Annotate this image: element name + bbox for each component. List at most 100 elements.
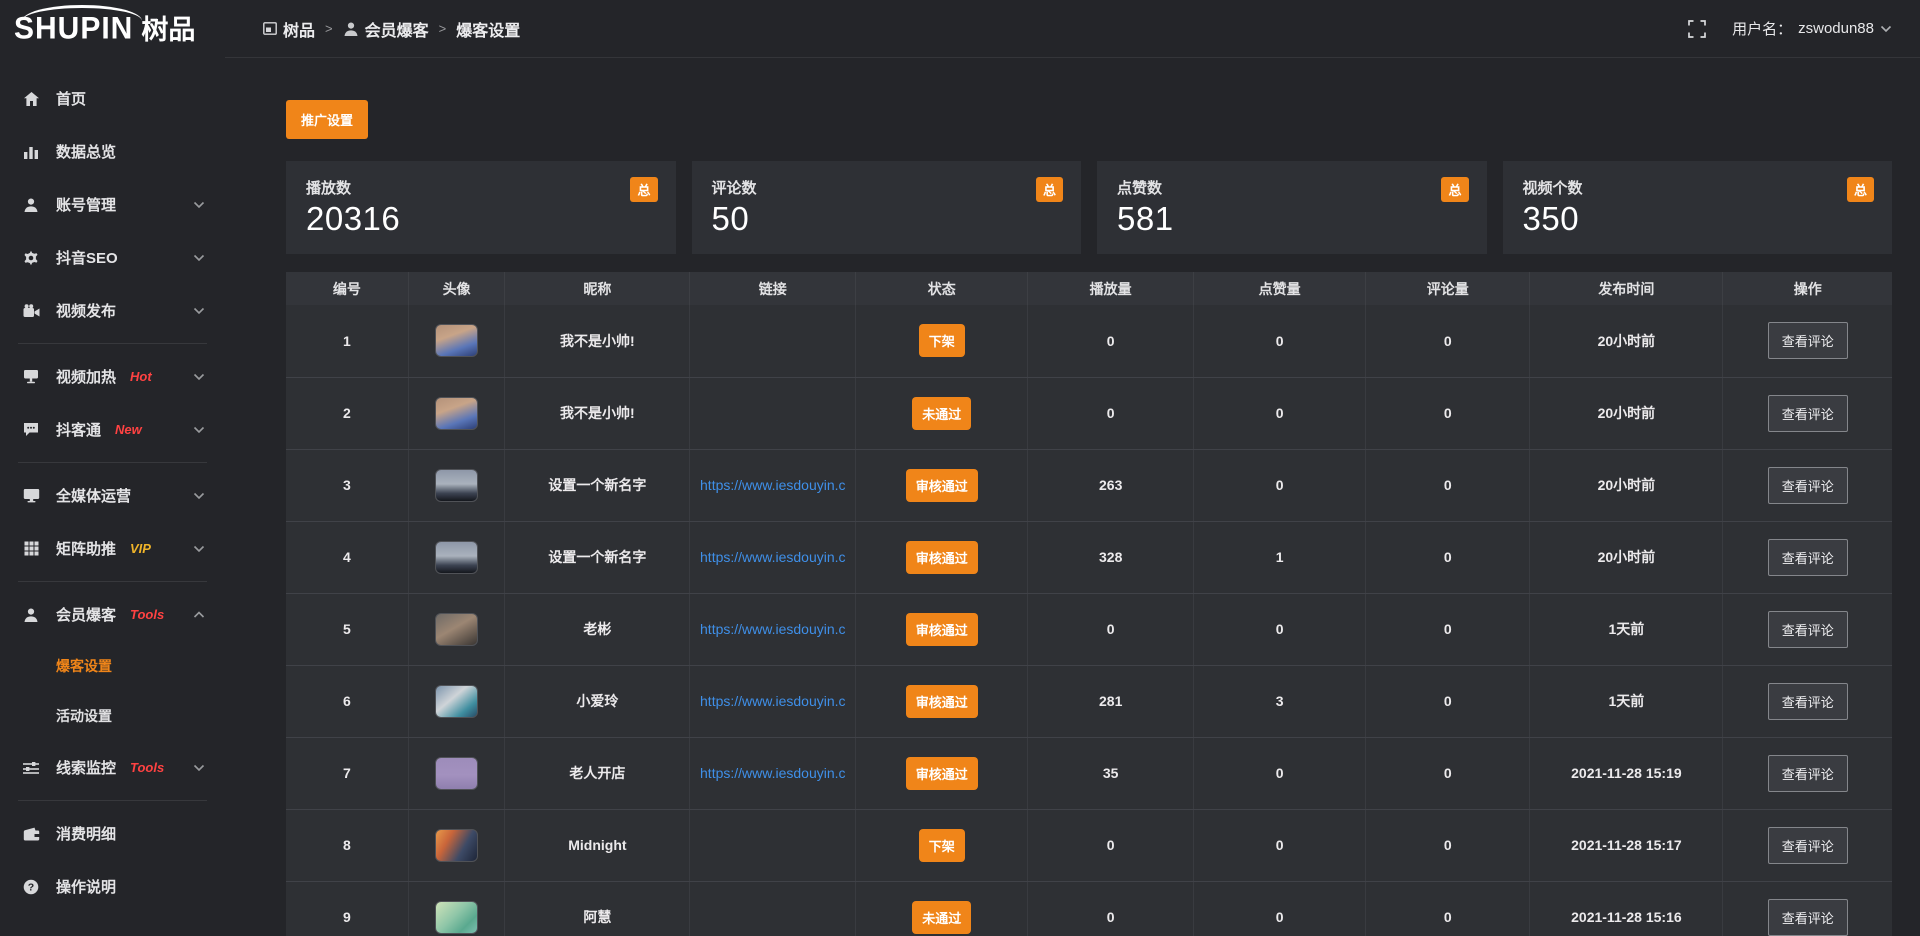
logo-area: SHUPIN 树品	[0, 0, 225, 58]
sidebar-item-label: 线索监控	[56, 757, 116, 778]
sidebar-item-tag: Tools	[130, 760, 164, 775]
view-comments-button[interactable]: 查看评论	[1768, 322, 1848, 359]
sidebar-subitem-爆客设置[interactable]: 爆客设置	[0, 641, 225, 691]
view-comments-button[interactable]: 查看评论	[1768, 539, 1848, 576]
cell-status: 未通过	[856, 377, 1028, 449]
stat-label: 点赞数	[1117, 177, 1467, 198]
cell-likes: 0	[1194, 881, 1366, 936]
cell-avatar	[408, 737, 505, 809]
cell-nickname: 设置一个新名字	[505, 521, 690, 593]
cell-nickname: 阿慧	[505, 881, 690, 936]
sidebar-item-抖客通[interactable]: 抖客通New	[0, 403, 225, 456]
cell-link[interactable]: https://www.iesdouyin.c	[690, 521, 856, 593]
view-comments-button[interactable]: 查看评论	[1768, 611, 1848, 648]
chevron-down-icon	[193, 373, 205, 381]
cell-status: 审核通过	[856, 593, 1028, 665]
cell-likes: 0	[1194, 377, 1366, 449]
table-row: 9阿慧未通过0002021-11-28 15:16查看评论	[286, 881, 1892, 936]
gear-icon	[22, 250, 40, 266]
chevron-down-icon	[193, 254, 205, 262]
view-comments-button[interactable]: 查看评论	[1768, 899, 1848, 936]
sidebar-item-线索监控[interactable]: 线索监控 Tools	[0, 741, 225, 794]
top-bar-main: 树品>会员爆客>爆客设置 用户名： zswodun88	[225, 0, 1920, 58]
sidebar-item-label: 抖客通	[56, 419, 101, 440]
cell-avatar	[408, 809, 505, 881]
cell-plays: 328	[1028, 521, 1194, 593]
chevron-down-icon	[193, 764, 205, 772]
top-bar: SHUPIN 树品 树品>会员爆客>爆客设置 用户名： zswodun88	[0, 0, 1920, 58]
view-comments-button[interactable]: 查看评论	[1768, 827, 1848, 864]
cell-comments: 0	[1366, 737, 1530, 809]
breadcrumb-item[interactable]: 爆客设置	[456, 17, 520, 41]
view-comments-button[interactable]: 查看评论	[1768, 395, 1848, 432]
sidebar-item-账号管理[interactable]: 账号管理	[0, 178, 225, 231]
cell-publish-time: 2021-11-28 15:16	[1530, 881, 1723, 936]
sidebar-item-数据总览[interactable]: 数据总览	[0, 125, 225, 178]
cell-nickname: 小爱玲	[505, 665, 690, 737]
cell-link[interactable]: https://www.iesdouyin.c	[690, 449, 856, 521]
status-badge: 审核通过	[906, 541, 978, 574]
cell-publish-time: 20小时前	[1530, 521, 1723, 593]
column-header-昵称: 昵称	[505, 272, 690, 305]
status-badge: 审核通过	[906, 469, 978, 502]
sidebar-item-操作说明[interactable]: ?操作说明	[0, 860, 225, 913]
cell-publish-time: 1天前	[1530, 665, 1723, 737]
cell-comments: 0	[1366, 593, 1530, 665]
main-content: 推广设置 播放数20316总评论数50总点赞数581总视频个数350总 编号头像…	[225, 58, 1920, 936]
sidebar-item-视频发布[interactable]: 视频发布	[0, 284, 225, 337]
user-icon	[343, 21, 359, 37]
cell-link[interactable]: https://www.iesdouyin.c	[690, 665, 856, 737]
sidebar-item-抖音SEO[interactable]: 抖音SEO	[0, 231, 225, 284]
cell-comments: 0	[1366, 881, 1530, 936]
column-header-评论量: 评论量	[1366, 272, 1530, 305]
cell-comments: 0	[1366, 521, 1530, 593]
table-header-row: 编号头像昵称链接状态播放量点赞量评论量发布时间操作	[286, 272, 1892, 305]
view-comments-button[interactable]: 查看评论	[1768, 683, 1848, 720]
promo-settings-button[interactable]: 推广设置	[286, 100, 368, 139]
caret-down-icon	[1880, 25, 1892, 33]
cell-status: 下架	[856, 809, 1028, 881]
sidebar-item-首页[interactable]: 首页	[0, 72, 225, 125]
sidebar-item-会员爆客[interactable]: 会员爆客Tools	[0, 588, 225, 641]
sidebar-item-矩阵助推[interactable]: 矩阵助推VIP	[0, 522, 225, 575]
breadcrumb-item[interactable]: 树品	[263, 17, 315, 41]
column-header-链接: 链接	[690, 272, 856, 305]
chevron-down-icon	[193, 492, 205, 500]
view-comments-button[interactable]: 查看评论	[1768, 755, 1848, 792]
user-menu[interactable]: 用户名： zswodun88	[1732, 18, 1892, 39]
stat-total-badge: 总	[1441, 177, 1468, 202]
cell-publish-time: 20小时前	[1530, 377, 1723, 449]
stat-card: 视频个数350总	[1503, 161, 1893, 254]
cell-status: 审核通过	[856, 737, 1028, 809]
app-logo[interactable]: SHUPIN 树品	[14, 14, 195, 44]
status-badge: 未通过	[912, 397, 971, 430]
sidebar-item-视频加热[interactable]: 视频加热Hot	[0, 350, 225, 403]
cell-link[interactable]: https://www.iesdouyin.c	[690, 593, 856, 665]
cell-nickname: 我不是小帅!	[505, 377, 690, 449]
chevron-down-icon	[193, 545, 205, 553]
view-comments-button[interactable]: 查看评论	[1768, 467, 1848, 504]
breadcrumb-item[interactable]: 会员爆客	[343, 17, 429, 41]
sidebar-item-消费明细[interactable]: 消费明细	[0, 807, 225, 860]
sidebar-item-全媒体运营[interactable]: 全媒体运营	[0, 469, 225, 522]
cell-link	[690, 305, 856, 377]
fullscreen-icon[interactable]	[1688, 20, 1706, 38]
cell-plays: 0	[1028, 881, 1194, 936]
cell-avatar	[408, 521, 505, 593]
video-icon	[22, 304, 40, 318]
breadcrumb: 树品>会员爆客>爆客设置	[263, 17, 520, 41]
cell-nickname: 我不是小帅!	[505, 305, 690, 377]
cell-index: 4	[286, 521, 408, 593]
sidebar-subitem-活动设置[interactable]: 活动设置	[0, 691, 225, 741]
cell-link[interactable]: https://www.iesdouyin.c	[690, 737, 856, 809]
cell-index: 7	[286, 737, 408, 809]
stat-total-badge: 总	[1847, 177, 1874, 202]
table-row: 1我不是小帅!下架00020小时前查看评论	[286, 305, 1892, 377]
sidebar-item-label: 账号管理	[56, 194, 116, 215]
avatar	[435, 757, 478, 790]
sidebar-item-label: 操作说明	[56, 876, 116, 897]
cell-index: 5	[286, 593, 408, 665]
breadcrumb-label: 树品	[283, 17, 315, 41]
logo-text-en: SHUPIN	[14, 13, 133, 45]
breadcrumb-separator: >	[325, 21, 333, 36]
